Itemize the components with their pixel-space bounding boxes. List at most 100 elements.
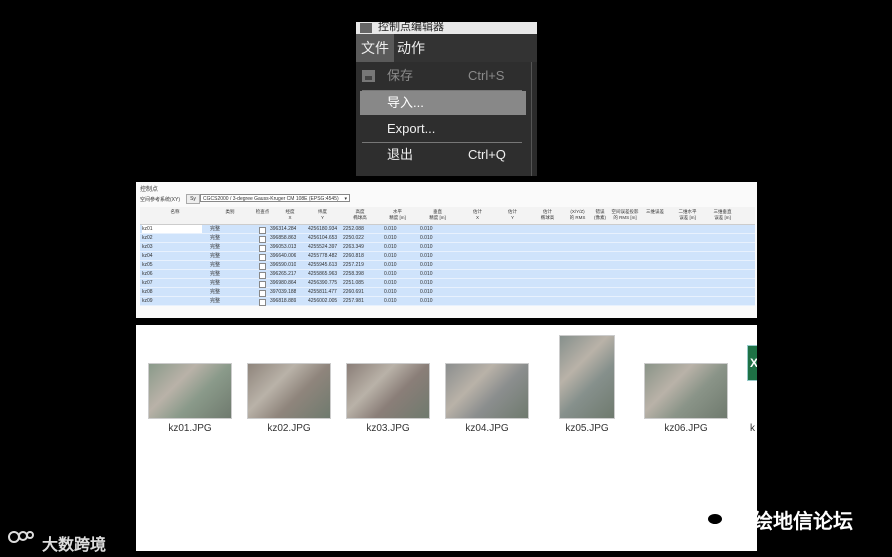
menu-item-import[interactable]: 导入... [360,91,526,115]
x-cell: 397039.188 [270,289,297,295]
table-row[interactable]: kz01 完整 396314.284 4256180.934 2252.088 0.010… [140,225,755,234]
column-header[interactable]: 估计 椭球高 [530,207,565,224]
type-cell: 完整 [210,262,221,268]
column-header[interactable]: 估计 X [460,207,495,224]
image-thumbnail[interactable] [644,363,728,419]
menu-item-exit-label: 退出 [387,147,414,162]
type-cell: 完整 [210,226,221,232]
table-row[interactable]: kz02 完整 396858.863 4256104.653 2250.022 0.010… [140,234,755,243]
name-cell[interactable]: kz07 [142,279,202,287]
column-header[interactable]: 检查点 [250,207,275,224]
column-header[interactable]: 三维垂直 误差 [m] [705,207,740,224]
column-header[interactable]: 错误 (像素) [590,207,610,224]
column-header[interactable]: 名称 [140,207,210,224]
checkpoint-checkbox[interactable] [259,236,266,243]
v-accuracy-cell: 0.010 [420,226,433,232]
z-cell: 2260.818 [343,253,364,259]
z-cell: 2251.085 [343,280,364,286]
x-cell: 396590.010 [270,262,297,268]
file-name[interactable]: kz05.JPG [542,423,632,434]
chevron-down-icon: ▾ [344,196,347,202]
column-header[interactable]: 类别 [210,207,250,224]
y-cell: 4255945.613 [308,262,338,268]
y-cell: 4256002.005 [308,298,338,304]
menu-item-save[interactable]: 保存 Ctrl+S [360,64,526,88]
v-accuracy-cell: 0.010 [420,280,433,286]
image-thumbnail[interactable] [148,363,232,419]
excel-file-icon[interactable] [747,345,757,381]
table-row[interactable]: kz03 完整 396053.013 4255524.397 2263.349 0.010… [140,243,755,252]
name-cell[interactable]: kz04 [142,252,202,260]
x-cell: 396980.864 [270,280,297,286]
column-header[interactable]: 经度 X [275,207,305,224]
column-header[interactable]: 三维误差 [640,207,670,224]
name-cell[interactable]: kz03 [142,243,202,251]
file-name[interactable]: kz02.JPG [244,423,334,434]
h-accuracy-cell: 0.010 [384,262,397,268]
name-cell[interactable]: kz01 [142,225,202,233]
checkpoint-checkbox[interactable] [259,299,266,306]
x-cell: 396265.217 [270,271,297,277]
crs-select[interactable]: CGCS2000 / 3-degree Gauss-Kruger CM 108E… [200,194,350,202]
checkpoint-checkbox[interactable] [259,227,266,234]
file-name[interactable]: kz04.JPG [442,423,532,434]
image-thumbnail[interactable] [346,363,430,419]
menu-item-import-label: 导入... [387,95,424,110]
type-cell: 完整 [210,235,221,241]
z-cell: 2258.398 [343,271,364,277]
menu-item-export[interactable]: Export... [360,117,526,141]
checkpoint-checkbox[interactable] [259,245,266,252]
h-accuracy-cell: 0.010 [384,235,397,241]
checkpoint-checkbox[interactable] [259,254,266,261]
type-cell: 完整 [210,298,221,304]
table-row[interactable]: kz08 完整 397039.188 4255811.477 2260.691 0.010… [140,288,755,297]
menu-file[interactable]: 文件 [356,34,394,62]
crs-value: CGCS2000 / 3-degree Gauss-Kruger CM 108E… [203,196,339,202]
checkpoint-checkbox[interactable] [259,290,266,297]
table-row[interactable]: kz06 完整 396265.217 4255865.963 2258.398 0.010… [140,270,755,279]
menu-item-exit[interactable]: 退出 Ctrl+Q [360,143,526,167]
y-cell: 4256104.653 [308,235,338,241]
watermark-left: 大数跨境 [42,537,107,554]
checkpoint-checkbox[interactable] [259,281,266,288]
menu-item-exit-shortcut: Ctrl+Q [468,147,506,162]
image-thumbnail[interactable] [559,335,615,419]
table-row[interactable]: kz07 完整 396980.864 4256390.775 2251.085 0.010… [140,279,755,288]
name-cell[interactable]: kz08 [142,288,202,296]
z-cell: 2257.219 [343,262,364,268]
table-row[interactable]: kz05 完整 396590.010 4255945.613 2257.219 0.010… [140,261,755,270]
z-cell: 2250.022 [343,235,364,241]
file-dropdown: 保存 Ctrl+S 导入... Export... 退出 Ctrl+Q [356,62,532,176]
x-cell: 396858.863 [270,235,297,241]
column-header[interactable]: 水平 精度 [m] [380,207,415,224]
name-cell[interactable]: kz09 [142,297,202,305]
column-header[interactable]: 纬度 Y [305,207,340,224]
checkpoint-checkbox[interactable] [259,272,266,279]
column-header[interactable]: 高度 椭球高 [340,207,380,224]
crs-button[interactable]: Sy [186,194,200,204]
menu-action[interactable]: 动作 [392,34,430,62]
window-title: 控制点编辑器 [356,22,537,34]
file-name[interactable]: kz03.JPG [343,423,433,434]
y-cell: 4255524.397 [308,244,338,250]
column-header[interactable]: 空间误差投影 的 RMS [m] [610,207,640,224]
name-cell[interactable]: kz06 [142,270,202,278]
v-accuracy-cell: 0.010 [420,271,433,277]
v-accuracy-cell: 0.010 [420,298,433,304]
name-cell[interactable]: kz05 [142,261,202,269]
v-accuracy-cell: 0.010 [420,244,433,250]
table-row[interactable]: kz09 完整 396818.889 4256002.005 2257.981 0.010… [140,297,755,306]
type-cell: 完整 [210,253,221,259]
name-cell[interactable]: kz02 [142,234,202,242]
column-header[interactable]: (X/Y/Z) 的 RMS [565,207,590,224]
image-thumbnail[interactable] [247,363,331,419]
crs-label: 空间参考系统(XY) [140,197,181,203]
column-header[interactable]: 估计 Y [495,207,530,224]
column-header[interactable]: 二维水平 误差 [m] [670,207,705,224]
file-name[interactable]: kz06.JPG [641,423,731,434]
file-name[interactable]: kz01.JPG [145,423,235,434]
column-header[interactable]: 垂直 精度 [m] [415,207,460,224]
image-thumbnail[interactable] [445,363,529,419]
table-row[interactable]: kz04 完整 396640.006 4255778.482 2260.818 0.010… [140,252,755,261]
checkpoint-checkbox[interactable] [259,263,266,270]
